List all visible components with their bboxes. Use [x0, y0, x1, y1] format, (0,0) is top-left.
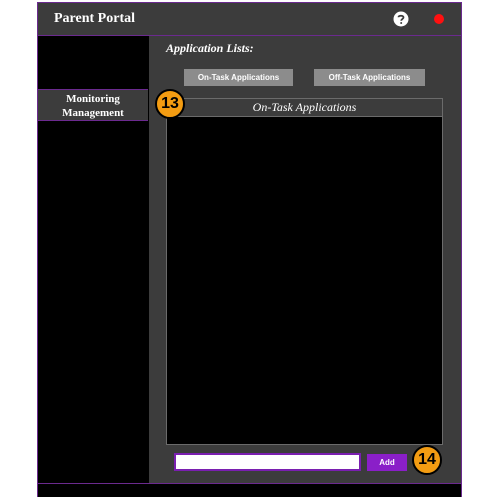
main-panel: Application Lists: On-Task Applications … — [149, 36, 461, 483]
close-icon[interactable] — [434, 14, 444, 24]
application-list-panel: On-Task Applications — [166, 98, 443, 445]
sidebar-item-monitoring-management[interactable]: Monitoring Management — [38, 89, 148, 121]
add-button[interactable]: Add — [367, 454, 407, 471]
section-title: Application Lists: — [166, 41, 254, 55]
sidebar-item-label-line1: Monitoring — [66, 93, 120, 105]
parent-portal-window: Parent Portal Monitoring Management Appl… — [37, 2, 462, 497]
annotation-marker-13: 13 — [155, 89, 185, 119]
title-bar: Parent Portal — [38, 3, 461, 36]
sidebar: Monitoring Management — [38, 36, 150, 483]
annotation-marker-14: 14 — [412, 445, 442, 475]
off-task-applications-button[interactable]: Off-Task Applications — [314, 69, 425, 86]
app-title: Parent Portal — [54, 11, 135, 26]
application-input[interactable] — [174, 453, 361, 471]
application-list[interactable] — [167, 117, 442, 444]
sidebar-item-label-line2: Management — [62, 107, 124, 119]
application-list-header: On-Task Applications — [167, 99, 442, 117]
footer-bar — [38, 483, 461, 497]
on-task-applications-button[interactable]: On-Task Applications — [184, 69, 293, 86]
help-icon[interactable] — [393, 11, 409, 27]
